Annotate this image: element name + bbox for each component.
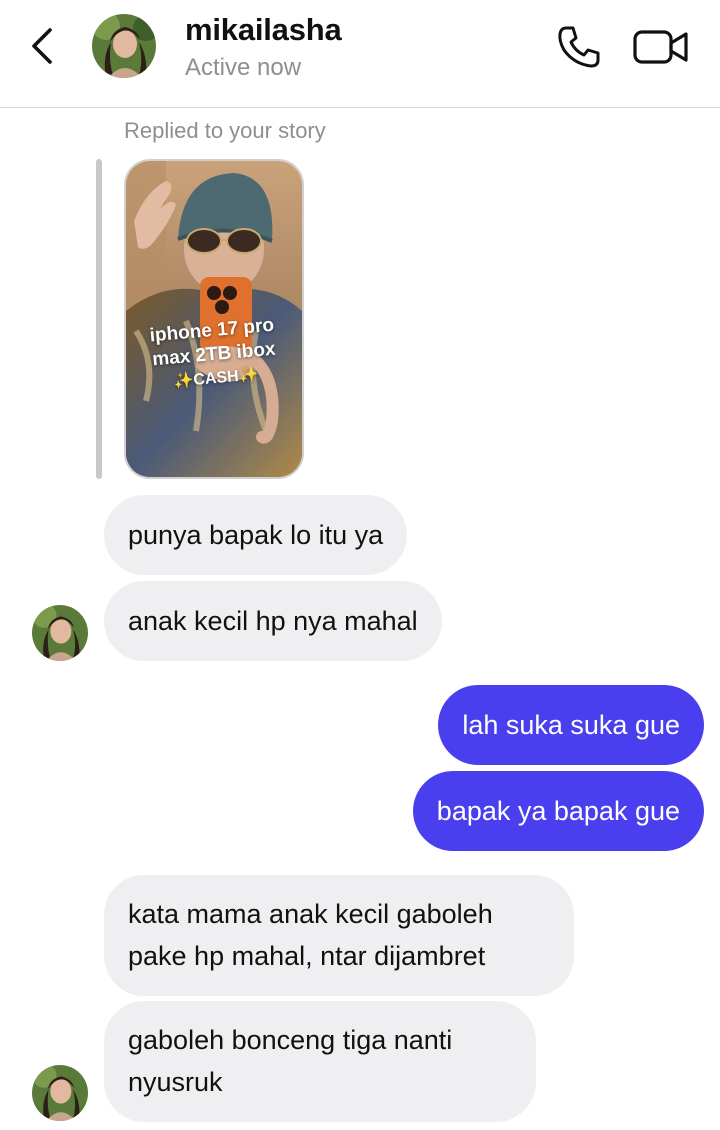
story-overlay-text: iphone 17 pro max 2TB ibox ✨CASH✨ (126, 311, 302, 398)
story-reply-caption: Replied to your story (124, 118, 326, 143)
video-camera-icon (633, 30, 688, 64)
chevron-left-icon (32, 28, 52, 64)
sender-avatar[interactable] (32, 605, 88, 661)
story-reply-bar (96, 159, 102, 479)
message-outgoing[interactable]: bapak ya bapak gue (412, 771, 704, 851)
active-status: Active now (185, 54, 302, 81)
message-incoming[interactable]: anak kecil hp nya mahal (104, 581, 442, 661)
sender-avatar[interactable] (32, 1065, 88, 1121)
video-call-button[interactable] (630, 22, 692, 72)
voice-call-button[interactable] (554, 22, 604, 72)
message-text-line-1: gaboleh bonceng tiga nanti (128, 1025, 453, 1055)
message-text-line-2: nyusruk (128, 1067, 223, 1097)
chat-header: mikailasha Active now (0, 0, 720, 108)
message-outgoing[interactable]: lah suka suka gue (438, 685, 704, 765)
message-incoming[interactable]: gaboleh bonceng tiga nanti nyusruk (104, 1001, 536, 1122)
phone-icon (558, 26, 600, 68)
message-text: bapak ya bapak gue (436, 796, 680, 826)
contact-avatar[interactable] (92, 14, 156, 78)
message-incoming[interactable]: kata mama anak kecil gaboleh pake hp mah… (104, 875, 574, 996)
message-text-line-1: kata mama anak kecil gaboleh (128, 899, 493, 929)
message-text: lah suka suka gue (462, 710, 680, 740)
message-text: anak kecil hp nya mahal (128, 606, 418, 636)
message-incoming[interactable]: punya bapak lo itu ya (104, 495, 408, 575)
back-button[interactable] (22, 24, 62, 68)
message-text: punya bapak lo itu ya (128, 520, 384, 550)
story-thumbnail[interactable]: iphone 17 pro max 2TB ibox ✨CASH✨ (124, 159, 304, 479)
message-text-line-2: pake hp mahal, ntar dijambret (128, 941, 486, 971)
contact-name[interactable]: mikailasha (185, 12, 342, 48)
